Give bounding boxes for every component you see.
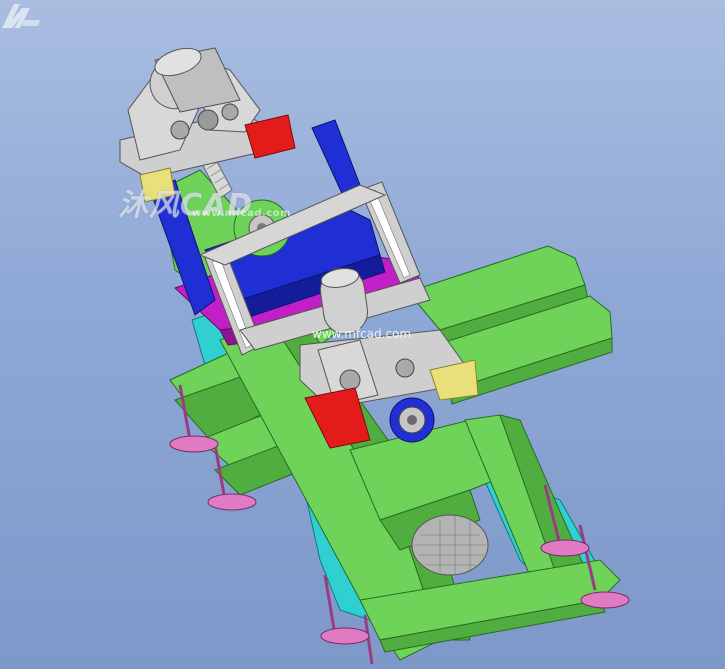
mf-logo-icon bbox=[2, 4, 40, 28]
cad-3d-viewport[interactable]: 沐风CAD www.mfcad.com www.mfcad.com bbox=[0, 0, 725, 669]
watermark-site-top: www.mfcad.com bbox=[192, 208, 291, 219]
lower-roller bbox=[411, 514, 489, 576]
watermark-site-mid: www.mfcad.com bbox=[312, 327, 412, 341]
